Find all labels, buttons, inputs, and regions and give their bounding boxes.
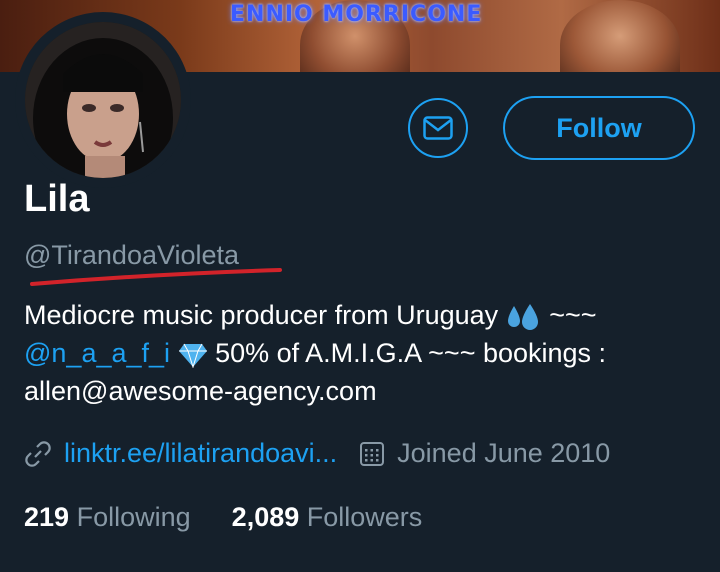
profile-meta: linktr.ee/lilatirandoavi... Joined June … xyxy=(24,438,610,469)
bio-text-1: Mediocre music producer from Uruguay xyxy=(24,300,499,330)
follow-stats: 219 Following 2,089 Followers xyxy=(24,502,422,533)
avatar-image xyxy=(25,22,181,178)
bio-text-2: 50% of A.M.I.G.A ~~~ bookings : xyxy=(215,338,607,368)
bio-line-3: allen@awesome-agency.com xyxy=(24,372,704,410)
banner-title: ENNIO MORRICONE xyxy=(230,2,483,27)
followers-label: Followers xyxy=(306,502,423,532)
following-label: Following xyxy=(76,502,191,532)
following-stat[interactable]: 219 Following xyxy=(24,502,191,532)
bio: Mediocre music producer from Uruguay ~~~… xyxy=(24,296,704,410)
display-name: Lila xyxy=(24,178,90,220)
joined-date: Joined June 2010 xyxy=(397,438,611,468)
avatar[interactable] xyxy=(25,22,181,178)
calendar-icon xyxy=(360,441,385,466)
link-icon xyxy=(25,440,51,467)
profile-website-link[interactable]: linktr.ee/lilatirandoavi... xyxy=(64,438,337,469)
banner-figure-right xyxy=(560,0,680,72)
followers-stat[interactable]: 2,089 Followers xyxy=(232,502,423,532)
message-button[interactable] xyxy=(408,98,468,158)
bio-tail-1: ~~~ xyxy=(549,300,597,330)
gem-icon xyxy=(178,343,207,368)
sweat-droplets-icon xyxy=(507,303,538,330)
following-count: 219 xyxy=(24,502,70,532)
bio-line-1: Mediocre music producer from Uruguay ~~~ xyxy=(24,296,704,334)
bio-line-2: @n_a_a_f_i 50% of A.M.I.G.A ~~~ bookings… xyxy=(24,334,704,372)
mail-icon xyxy=(423,116,453,140)
bio-mention-link[interactable]: @n_a_a_f_i xyxy=(24,338,170,368)
follow-button[interactable]: Follow xyxy=(503,96,695,160)
red-underline-annotation xyxy=(30,268,282,286)
bio-email: allen@awesome-agency.com xyxy=(24,376,377,406)
followers-count: 2,089 xyxy=(231,502,300,532)
